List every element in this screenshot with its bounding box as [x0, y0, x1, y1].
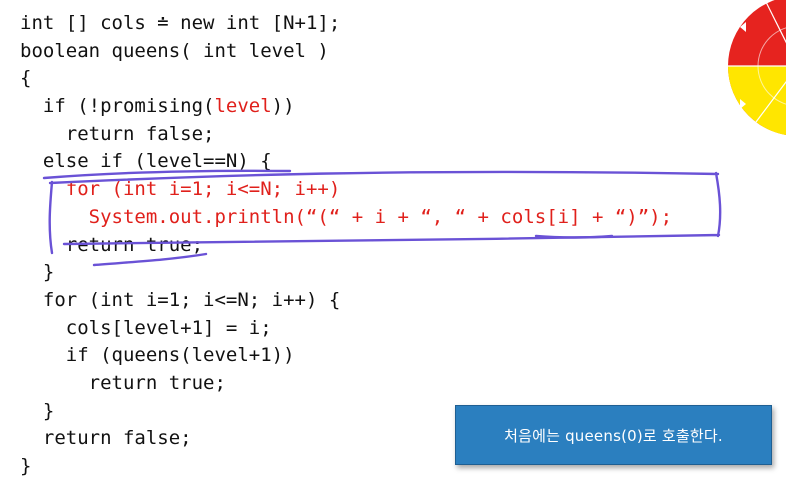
code-token: } — [20, 399, 55, 422]
code-token: } — [20, 261, 55, 284]
code-token: return false; — [20, 122, 215, 145]
code-line: System.out.println(“(“ + i + “, “ + cols… — [20, 204, 672, 232]
code-token: return false; — [20, 427, 192, 450]
code-token: boolean queens( int level ) — [20, 39, 329, 62]
code-line: return true; — [20, 232, 672, 260]
code-token: cols[level+1] = i; — [20, 316, 272, 339]
code-line: if (queens(level+1)) — [20, 342, 672, 370]
code-token: for (int i=1; i<=N; i++) { — [20, 288, 341, 311]
code-token-highlighted: System.out.println(“(“ + i + “, “ + cols… — [20, 205, 673, 228]
code-token: if (queens(level+1)) — [20, 344, 295, 367]
code-token-highlighted: level — [214, 95, 272, 118]
caption-text: 처음에는 queens(0)로 호출한다. — [504, 426, 723, 445]
code-line: return false; — [20, 121, 672, 149]
color-wheel-icon[interactable] — [726, 0, 786, 139]
code-token: if (!promising( — [20, 95, 215, 118]
code-token-highlighted: for (int i=1; i<=N; i++) — [20, 178, 341, 201]
code-line: cols[level+1] = i; — [20, 315, 672, 343]
code-line: for (int i=1; i<=N; i++) { — [20, 287, 672, 315]
caption-box: 처음에는 queens(0)로 호출한다. — [455, 405, 772, 465]
code-token: return true; — [20, 233, 204, 256]
code-line: boolean queens( int level ) — [20, 38, 672, 66]
code-line: int [] cols ≐ new int [N+1]; — [20, 10, 672, 38]
code-token: { — [20, 67, 32, 90]
code-line: if (!promising(level)) — [20, 93, 672, 121]
code-line: for (int i=1; i<=N; i++) — [20, 176, 672, 204]
code-token: int [] cols ≐ new int [N+1]; — [20, 12, 341, 34]
code-token: else if (level==N) { — [20, 150, 272, 173]
code-token: } — [20, 455, 32, 477]
code-token: return true; — [20, 371, 226, 394]
code-token: )) — [271, 95, 295, 118]
code-line: return true; — [20, 370, 672, 398]
code-line: else if (level==N) { — [20, 148, 672, 176]
code-line: } — [20, 259, 672, 287]
slide-canvas: int [] cols ≐ new int [N+1]; boolean quee… — [0, 0, 786, 497]
code-line: { — [20, 65, 672, 93]
